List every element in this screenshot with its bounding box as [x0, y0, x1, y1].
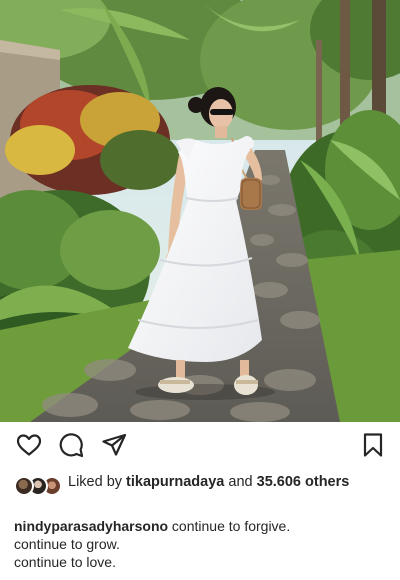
bookmark-icon — [363, 433, 383, 457]
heart-icon — [16, 434, 42, 456]
likes-conjunction: and — [224, 474, 257, 490]
likes-text: Liked by tikapurnadaya and 35.606 others — [68, 474, 386, 491]
caption-text-1: continue to forgive. — [168, 518, 291, 534]
like-button[interactable] — [14, 430, 44, 460]
caption-line-1: nindyparasadyharsono continue to forgive… — [14, 517, 390, 535]
caption-line-3: continue to love. — [14, 554, 116, 570]
share-button[interactable] — [99, 430, 129, 460]
comment-button[interactable] — [56, 430, 86, 460]
send-icon — [102, 433, 127, 456]
post-actions — [0, 430, 400, 464]
caption-line-2: continue to grow. — [14, 536, 120, 552]
liker-avatars[interactable] — [14, 476, 64, 498]
avatar — [14, 476, 34, 496]
caption-username[interactable]: nindyparasadyharsono — [14, 518, 168, 534]
liker-username[interactable]: tikapurnadaya — [126, 474, 224, 490]
post-photo[interactable] — [0, 0, 400, 422]
likes-prefix: Liked by — [68, 474, 127, 490]
likes-summary: Liked by tikapurnadaya and 35.606 others — [14, 473, 386, 511]
save-button[interactable] — [358, 430, 388, 460]
comment-icon — [59, 433, 84, 458]
likes-others[interactable]: others — [301, 474, 349, 490]
likes-count[interactable]: 35.606 — [257, 474, 301, 490]
post-caption: nindyparasadyharsono continue to forgive… — [14, 517, 390, 571]
